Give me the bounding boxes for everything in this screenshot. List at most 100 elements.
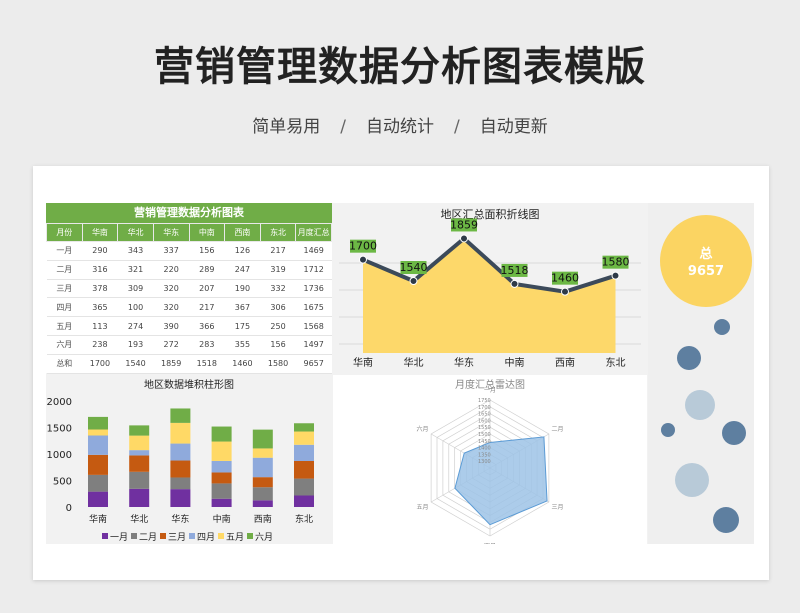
table-cell: 217 [260, 241, 296, 261]
bar-segment [129, 435, 150, 451]
tag-separator: / [454, 117, 460, 137]
table-cell: 337 [153, 241, 189, 261]
table-cell: 289 [189, 260, 225, 280]
bar-segment [170, 460, 191, 478]
x-tick-label: 中南 [505, 356, 525, 369]
bar-segment [211, 426, 232, 442]
table-cell: 290 [82, 241, 118, 261]
table-header-row: 月份 华南 华北 华东 中南 西南 东北 月度汇总 [46, 223, 332, 242]
tag-auto-stat: 自动统计 [366, 117, 434, 137]
table-cell: 1518 [189, 353, 225, 374]
table-header-cell: 月度汇总 [295, 223, 332, 242]
legend-label: 二月 [139, 532, 157, 543]
table-cell: 316 [82, 260, 118, 280]
x-tick-label: 华北 [404, 356, 424, 369]
bar-segment [252, 487, 273, 501]
radar-chart-panel: 月度汇总雷达图 1750 1700 1650 1600 1550 1500 1450 1400… [333, 375, 647, 550]
legend-label: 一月 [110, 532, 128, 543]
table-header-cell: 华南 [81, 223, 119, 242]
bar-segment [170, 443, 191, 461]
table-cell: 220 [153, 260, 189, 280]
bar-segment [170, 408, 191, 423]
legend-label: 四月 [197, 532, 215, 543]
bar-segment [294, 444, 314, 461]
table-cell: 1568 [295, 316, 332, 336]
table-cell: 378 [82, 279, 118, 299]
bar-segment [211, 498, 232, 507]
table-cell: 156 [260, 335, 296, 355]
table-cell: 320 [153, 297, 189, 318]
bar-segment [252, 477, 273, 488]
table-cell: 190 [224, 279, 261, 299]
y-tick-label: 500 [53, 477, 72, 488]
table-header-cell: 东北 [259, 223, 297, 242]
x-tick-label: 华北 [130, 513, 148, 525]
table-row: 六月 238 193 272 283 355 156 1497 [46, 335, 332, 355]
table-cell: 1469 [295, 241, 332, 261]
table-cell: 1736 [295, 279, 332, 299]
bar-segment [88, 474, 108, 492]
area-point [611, 271, 620, 280]
decor-bubble [685, 390, 715, 420]
x-tick-label: 华南 [353, 356, 373, 369]
radar-tick-label: 1350 [478, 452, 491, 458]
table-cell: 321 [117, 260, 154, 280]
table-cell: 100 [117, 297, 154, 318]
data-label: 1460 [551, 272, 579, 285]
bar-segment [211, 483, 232, 499]
y-tick-label: 1000 [47, 450, 72, 461]
table-cell: 1497 [295, 335, 332, 355]
table-cell: 247 [224, 260, 261, 280]
table-cell: 四月 [46, 297, 83, 318]
table-cell: 207 [189, 279, 225, 299]
table-cell: 1540 [117, 353, 154, 374]
bar-segment [294, 431, 314, 445]
decor-bubble [661, 423, 675, 437]
x-tick-label: 华南 [89, 513, 107, 525]
decor-bubble [713, 507, 739, 533]
table-cell: 343 [117, 241, 154, 261]
bar-segment [129, 471, 150, 489]
bar-segment [252, 429, 273, 449]
bar-segment [129, 425, 150, 436]
legend-swatch [189, 533, 195, 539]
radar-chart: 月度汇总雷达图 17501700165016001550150014501400… [416, 378, 564, 550]
bar-segment [88, 454, 108, 475]
total-value: 9657 [687, 264, 725, 279]
x-tick-label: 东北 [606, 356, 626, 369]
bar-segment [211, 441, 232, 461]
bar-segment [170, 477, 191, 490]
radar-category-label: 二月 [552, 426, 564, 433]
radar-tick-label: 1650 [478, 412, 491, 418]
legend-swatch [247, 533, 253, 539]
area-point [409, 277, 418, 285]
decor-bubble [677, 346, 701, 370]
table-cell: 193 [117, 335, 154, 355]
area-fill [363, 238, 616, 353]
bar-segment [252, 448, 273, 458]
table-cell: 283 [189, 335, 225, 355]
y-tick-label: 2000 [47, 397, 72, 408]
table-cell: 319 [260, 260, 296, 280]
radar-category-label: 四月 [484, 543, 496, 544]
table-cell: 六月 [46, 335, 83, 355]
table-cell: 156 [189, 241, 225, 261]
x-tick-label: 东北 [295, 513, 313, 525]
radar-category-label: 一月 [484, 387, 496, 394]
table-cell: 126 [224, 241, 261, 261]
data-table-panel: 营销管理数据分析图表 月份 华南 华北 华东 中南 西南 东北 月度汇总 一月 290 343 33… [46, 203, 332, 374]
stacked-bar-chart: 地区数据堆积柱形图 2000 1500 1000 500 0 华南 华北 华东 中南 西南 东北一月… [47, 378, 314, 543]
table-cell: 1712 [295, 260, 332, 280]
area-point [561, 287, 569, 296]
data-label: 1859 [450, 218, 478, 231]
table-cell: 238 [82, 335, 118, 355]
radar-tick-label: 1500 [478, 432, 491, 438]
feature-tags: 简单易用 / 自动统计 / 自动更新 [0, 112, 800, 137]
table-body: 一月 290 343 337 156 126 217 1469 二月 316 321 220 289 24… [46, 241, 332, 374]
table-cell: 二月 [46, 260, 83, 280]
table-row: 总和 1700 1540 1859 1518 1460 1580 9657 [46, 353, 332, 374]
decor-bubble [675, 463, 709, 497]
table-cell: 365 [82, 297, 118, 318]
table-cell: 274 [117, 316, 154, 336]
table-cell: 355 [224, 335, 261, 355]
